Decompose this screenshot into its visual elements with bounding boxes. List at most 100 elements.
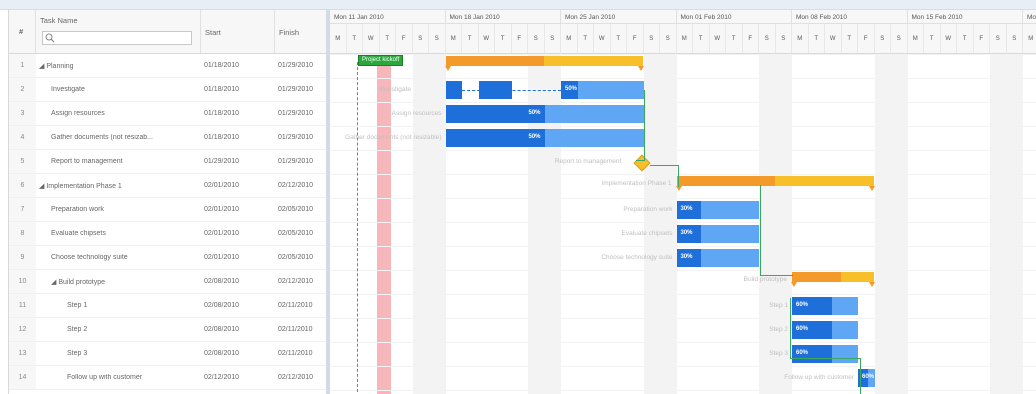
summary-bar[interactable] xyxy=(675,176,875,191)
task-start-cell[interactable]: 02/01/2010 xyxy=(204,254,274,261)
row-divider xyxy=(330,198,1036,199)
task-name-cell[interactable]: Step 1 xyxy=(67,302,225,309)
task-finish-cell[interactable]: 02/11/2010 xyxy=(278,326,326,333)
day-header-label: S xyxy=(665,36,670,42)
task-label: Assign resources xyxy=(391,110,442,117)
task-bar[interactable]: 50% xyxy=(445,105,644,123)
task-finish-cell[interactable]: 02/05/2010 xyxy=(278,254,326,261)
table-row[interactable]: 7 Preparation work 02/01/2010 02/05/2010 xyxy=(9,198,327,222)
task-bar[interactable]: 30% xyxy=(676,249,759,267)
table-row[interactable]: 14 Follow up with customer 02/12/2010 02/12… xyxy=(9,366,327,390)
project-kickoff-milestone[interactable]: Project kickoff xyxy=(358,55,404,66)
task-start-cell[interactable]: 02/08/2010 xyxy=(204,350,274,357)
task-name-cell[interactable]: Step 3 xyxy=(67,350,225,357)
table-row[interactable]: 2 Investigate 01/18/2010 01/29/2010 xyxy=(9,78,327,102)
task-start-cell[interactable]: 01/18/2010 xyxy=(204,62,274,69)
task-bar[interactable]: 50% xyxy=(445,129,644,147)
table-row[interactable]: 10 ◢ Build prototype 02/08/2010 02/12/2010 xyxy=(9,270,327,294)
table-row[interactable]: 8 Evaluate chipsets 02/01/2010 02/05/2010 xyxy=(9,222,327,246)
task-start-cell[interactable]: 01/29/2010 xyxy=(204,158,274,165)
week-header-label: Mon 08 Feb 2010 xyxy=(796,14,847,21)
task-name-cell[interactable]: Investigate xyxy=(51,86,209,93)
task-finish-cell[interactable]: 02/05/2010 xyxy=(278,206,326,213)
row-number: 11 xyxy=(9,294,36,317)
task-percent: 50% xyxy=(528,134,541,140)
day-header: S xyxy=(759,24,776,54)
day-header: T xyxy=(610,24,627,54)
day-header-label: S xyxy=(764,36,769,42)
task-finish-cell[interactable]: 02/11/2010 xyxy=(278,350,326,357)
table-row[interactable]: 5 Report to management 01/29/2010 01/29/201… xyxy=(9,150,327,174)
task-finish-cell[interactable]: 02/05/2010 xyxy=(278,230,326,237)
task-bar[interactable]: 60% xyxy=(792,297,858,315)
day-header: F xyxy=(396,24,413,54)
task-start-cell[interactable]: 01/18/2010 xyxy=(204,134,274,141)
task-start-cell[interactable]: 02/01/2010 xyxy=(204,182,274,189)
task-bar[interactable]: 60% xyxy=(792,321,858,339)
table-row[interactable]: 9 Choose technology suite 02/01/2010 02/05/… xyxy=(9,246,327,270)
table-row[interactable]: 6 ◢ Implementation Phase 1 02/01/2010 02/12… xyxy=(9,174,327,198)
task-start-cell[interactable]: 02/08/2010 xyxy=(204,302,274,309)
task-bar[interactable]: 30% xyxy=(676,225,759,243)
table-row[interactable]: 4 Gather documents (not resizab... 01/18/2… xyxy=(9,126,327,150)
task-name-cell[interactable]: ◢ Implementation Phase 1 xyxy=(39,182,197,190)
gantt-timeline: Mon 11 Jan 2010 Mon 18 Jan 2010 Mon 25 Jan… xyxy=(330,10,1036,394)
week-header: Mon 11 Jan 2010 xyxy=(330,10,446,24)
week-header: Mon 01 Feb 2010 xyxy=(676,10,792,24)
task-name-cell[interactable]: Step 2 xyxy=(67,326,225,333)
task-start-cell[interactable]: 02/12/2010 xyxy=(204,374,274,381)
task-name-cell[interactable]: ◢ Planning xyxy=(39,62,197,70)
column-header-start[interactable]: Start xyxy=(201,10,275,54)
task-finish-cell[interactable]: 01/29/2010 xyxy=(278,86,326,93)
task-finish-cell[interactable]: 01/29/2010 xyxy=(278,158,326,165)
day-header: M xyxy=(792,24,809,54)
task-bar-segment[interactable] xyxy=(445,81,462,99)
summary-bar[interactable] xyxy=(791,272,875,287)
task-start-cell[interactable]: 02/01/2010 xyxy=(204,230,274,237)
task-name-cell[interactable]: Evaluate chipsets xyxy=(51,230,209,237)
task-finish-cell[interactable]: 02/11/2010 xyxy=(278,302,326,309)
summary-bar[interactable] xyxy=(444,56,644,71)
task-name-cell[interactable]: Follow up with customer xyxy=(67,374,225,381)
task-finish-cell[interactable]: 02/12/2010 xyxy=(278,278,326,285)
task-finish-cell[interactable]: 01/29/2010 xyxy=(278,62,326,69)
task-start-cell[interactable]: 02/01/2010 xyxy=(204,206,274,213)
task-finish-cell[interactable]: 01/29/2010 xyxy=(278,134,326,141)
table-row[interactable]: 11 Step 1 02/08/2010 02/11/2010 xyxy=(9,294,327,318)
task-start-cell[interactable]: 02/08/2010 xyxy=(204,326,274,333)
row-number: 6 xyxy=(9,174,36,197)
task-start-cell[interactable]: 02/08/2010 xyxy=(204,278,274,285)
task-name-cell[interactable]: Choose technology suite xyxy=(51,254,209,261)
task-percent: 50% xyxy=(565,86,578,92)
task-name-cell[interactable]: Preparation work xyxy=(51,206,209,213)
task-name-cell[interactable]: Gather documents (not resizab... xyxy=(51,134,209,141)
row-number: 5 xyxy=(9,150,36,173)
column-header-number[interactable]: # xyxy=(9,10,36,54)
table-row[interactable]: 3 Assign resources 01/18/2010 01/29/2010 xyxy=(9,102,327,126)
row-number: 14 xyxy=(9,366,36,389)
row-divider xyxy=(330,126,1036,127)
table-row[interactable]: 1 ◢ Planning 01/18/2010 01/29/2010 xyxy=(9,54,327,78)
task-finish-cell[interactable]: 02/12/2010 xyxy=(278,182,326,189)
task-bar[interactable]: 30% xyxy=(676,201,759,219)
day-header-label: W xyxy=(483,36,490,42)
task-label: Gather documents (not resizable) xyxy=(345,134,442,141)
column-header-finish[interactable]: Finish xyxy=(275,10,327,54)
task-finish-cell[interactable]: 01/29/2010 xyxy=(278,110,326,117)
column-header-task-name[interactable]: Task Name xyxy=(36,10,201,54)
dependency-line xyxy=(357,62,359,392)
task-bar-segment[interactable]: 50% xyxy=(561,81,644,99)
table-row[interactable]: 13 Step 3 02/08/2010 02/11/2010 xyxy=(9,342,327,366)
day-header: W xyxy=(363,24,380,54)
task-search-input[interactable] xyxy=(42,31,192,45)
task-start-cell[interactable]: 01/18/2010 xyxy=(204,110,274,117)
task-finish-cell[interactable]: 02/12/2010 xyxy=(278,374,326,381)
task-start-cell[interactable]: 01/18/2010 xyxy=(204,86,274,93)
task-name-cell[interactable]: Report to management xyxy=(51,158,209,165)
table-row[interactable]: 12 Step 2 02/08/2010 02/11/2010 xyxy=(9,318,327,342)
task-bar[interactable]: 60% xyxy=(792,345,858,363)
task-name-cell[interactable]: ◢ Build prototype xyxy=(51,278,209,286)
week-header-label: Mon 01 Feb 2010 xyxy=(680,14,732,21)
task-name-cell[interactable]: Assign resources xyxy=(51,110,209,117)
day-header-label: W xyxy=(714,36,721,42)
